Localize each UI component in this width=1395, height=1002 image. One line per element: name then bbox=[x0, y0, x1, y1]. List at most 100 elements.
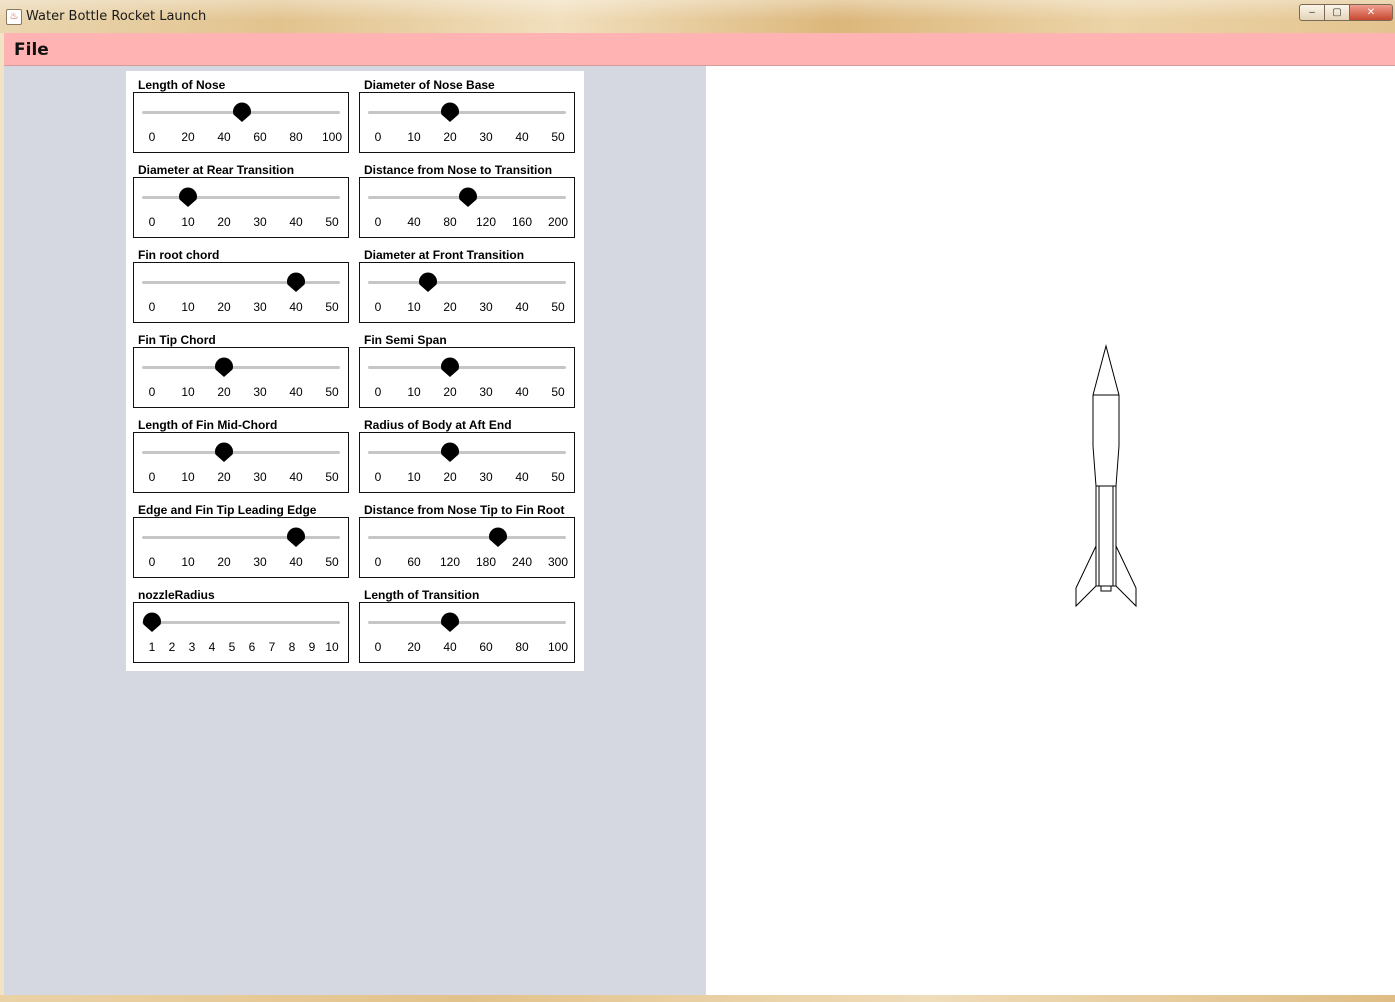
tick-label: 10 bbox=[181, 215, 195, 229]
tick-label: 5 bbox=[228, 640, 236, 654]
tick-label: 9 bbox=[308, 640, 316, 654]
slider-group: Distance from Nose Tip to Fin Root 0 60 120… bbox=[359, 496, 575, 578]
slider-thumb[interactable] bbox=[440, 612, 460, 632]
tick-label: 8 bbox=[288, 640, 296, 654]
slider-thumb[interactable] bbox=[142, 612, 162, 632]
tick-label: 20 bbox=[407, 640, 421, 654]
slider-group: Edge and Fin Tip Leading Edge 0 10 20 30 40 50 bbox=[133, 496, 349, 578]
tick-label: 60 bbox=[407, 555, 421, 569]
title-bar[interactable]: ♨ Water Bottle Rocket Launch – ▢ ✕ bbox=[0, 0, 1395, 33]
slider-track[interactable] bbox=[142, 621, 340, 624]
slider-label: Length of Nose bbox=[138, 78, 226, 92]
tick-label: 50 bbox=[325, 555, 339, 569]
tick-label: 60 bbox=[253, 130, 267, 144]
tick-label: 10 bbox=[181, 300, 195, 314]
tick-label: 20 bbox=[217, 215, 231, 229]
tick-label: 0 bbox=[374, 555, 382, 569]
menu-bar: File bbox=[4, 33, 1395, 66]
tick-label: 50 bbox=[551, 385, 565, 399]
slider-frame: 0 20 40 60 80 100 bbox=[133, 92, 349, 153]
slider-track[interactable] bbox=[368, 281, 566, 284]
rocket-nose bbox=[1092, 344, 1120, 396]
slider-thumb[interactable] bbox=[440, 442, 460, 462]
slider-track[interactable] bbox=[142, 451, 340, 454]
slider-tick-labels: 0 10 20 30 40 50 bbox=[360, 385, 574, 401]
main-content: Length of Nose 0 20 40 60 80 100 Diameter of No… bbox=[4, 66, 1395, 995]
slider-track[interactable] bbox=[142, 366, 340, 369]
window-title: Water Bottle Rocket Launch bbox=[26, 9, 207, 24]
slider-tick-labels: 0 60 120 180 240 300 bbox=[360, 555, 574, 571]
maximize-button[interactable]: ▢ bbox=[1324, 4, 1350, 21]
tick-label: 100 bbox=[321, 130, 343, 144]
rocket-drawing bbox=[1075, 344, 1137, 608]
tick-label: 50 bbox=[551, 470, 565, 484]
slider-frame: 0 10 20 30 40 50 bbox=[359, 347, 575, 408]
slider-frame: 0 60 120 180 240 300 bbox=[359, 517, 575, 578]
slider-frame: 0 10 20 30 40 50 bbox=[133, 432, 349, 493]
slider-group: Diameter at Rear Transition 0 10 20 30 40 50 bbox=[133, 156, 349, 238]
tick-label: 20 bbox=[181, 130, 195, 144]
tick-label: 80 bbox=[289, 130, 303, 144]
slider-track[interactable] bbox=[142, 196, 340, 199]
tick-label: 40 bbox=[289, 385, 303, 399]
slider-panel: Length of Nose 0 20 40 60 80 100 Diameter of No… bbox=[126, 71, 584, 671]
slider-frame: 0 10 20 30 40 50 bbox=[133, 347, 349, 408]
slider-thumb[interactable] bbox=[418, 272, 438, 292]
slider-thumb[interactable] bbox=[488, 527, 508, 547]
tick-label: 160 bbox=[511, 215, 533, 229]
slider-label: Fin Tip Chord bbox=[138, 333, 216, 347]
slider-track[interactable] bbox=[368, 366, 566, 369]
slider-track[interactable] bbox=[368, 621, 566, 624]
menu-file[interactable]: File bbox=[14, 40, 49, 60]
slider-thumb[interactable] bbox=[214, 357, 234, 377]
slider-label: Diameter of Nose Base bbox=[364, 78, 495, 92]
tick-label: 30 bbox=[479, 300, 493, 314]
slider-tick-labels: 0 40 80 120 160 200 bbox=[360, 215, 574, 231]
window-bottom-frame bbox=[0, 995, 1395, 1002]
slider-thumb[interactable] bbox=[458, 187, 478, 207]
slider-tick-labels: 1 2 3 4 5 6 7 8 9 10 bbox=[134, 640, 348, 656]
tick-label: 7 bbox=[268, 640, 276, 654]
tick-label: 10 bbox=[181, 555, 195, 569]
slider-label: Length of Transition bbox=[364, 588, 480, 602]
slider-label: nozzleRadius bbox=[138, 588, 215, 602]
slider-track[interactable] bbox=[142, 281, 340, 284]
slider-tick-labels: 0 10 20 30 40 50 bbox=[360, 130, 574, 146]
slider-thumb[interactable] bbox=[286, 527, 306, 547]
slider-label: Diameter at Front Transition bbox=[364, 248, 525, 262]
slider-tick-labels: 0 10 20 30 40 50 bbox=[134, 300, 348, 316]
rocket-canvas bbox=[706, 66, 1395, 995]
close-button[interactable]: ✕ bbox=[1349, 4, 1393, 21]
slider-thumb[interactable] bbox=[440, 357, 460, 377]
tick-label: 10 bbox=[407, 470, 421, 484]
tick-label: 10 bbox=[181, 470, 195, 484]
tick-label: 3 bbox=[188, 640, 196, 654]
tick-label: 0 bbox=[148, 555, 156, 569]
tick-label: 20 bbox=[217, 555, 231, 569]
slider-track[interactable] bbox=[368, 111, 566, 114]
slider-track[interactable] bbox=[368, 451, 566, 454]
slider-group: Fin root chord 0 10 20 30 40 50 bbox=[133, 241, 349, 323]
slider-tick-labels: 0 20 40 60 80 100 bbox=[134, 130, 348, 146]
slider-thumb[interactable] bbox=[178, 187, 198, 207]
slider-thumb[interactable] bbox=[232, 102, 252, 122]
slider-group: Length of Nose 0 20 40 60 80 100 bbox=[133, 71, 349, 153]
slider-group: Radius of Body at Aft End 0 10 20 30 40 50 bbox=[359, 411, 575, 493]
slider-group: Length of Fin Mid-Chord 0 10 20 30 40 50 bbox=[133, 411, 349, 493]
tick-label: 40 bbox=[289, 215, 303, 229]
minimize-button[interactable]: – bbox=[1299, 4, 1325, 21]
tick-label: 40 bbox=[217, 130, 231, 144]
slider-thumb[interactable] bbox=[440, 102, 460, 122]
slider-frame: 0 20 40 60 80 100 bbox=[359, 602, 575, 663]
slider-thumb[interactable] bbox=[286, 272, 306, 292]
tick-label: 20 bbox=[217, 385, 231, 399]
slider-group: Fin Tip Chord 0 10 20 30 40 50 bbox=[133, 326, 349, 408]
slider-track[interactable] bbox=[142, 536, 340, 539]
slider-label: Fin Semi Span bbox=[364, 333, 447, 347]
tick-label: 40 bbox=[515, 470, 529, 484]
tick-label: 180 bbox=[475, 555, 497, 569]
tick-label: 30 bbox=[479, 130, 493, 144]
slider-group: Fin Semi Span 0 10 20 30 40 50 bbox=[359, 326, 575, 408]
slider-track[interactable] bbox=[368, 536, 566, 539]
slider-thumb[interactable] bbox=[214, 442, 234, 462]
